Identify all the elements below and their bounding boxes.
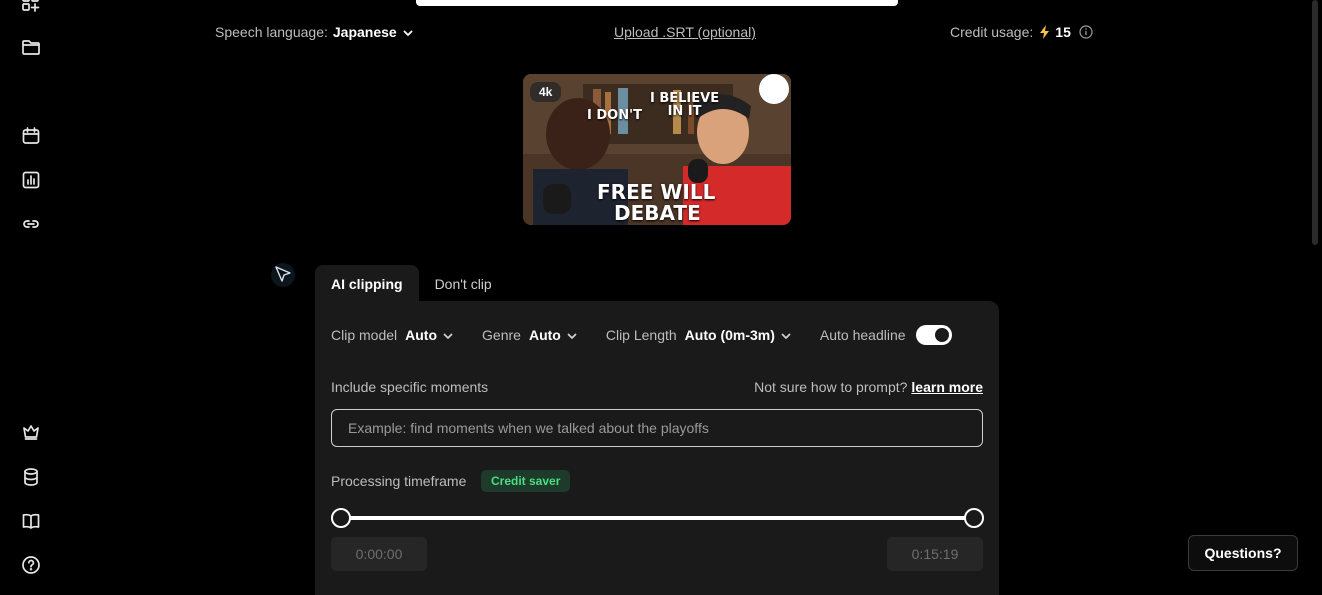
chevron-down-icon	[442, 329, 454, 341]
clip-mode-tabs: AI clipping Don't clip	[315, 265, 508, 302]
apps-add-icon[interactable]	[20, 0, 42, 14]
auto-headline-label: Auto headline	[819, 327, 906, 343]
processing-timeframe-label: Processing timeframe	[331, 473, 467, 489]
credit-usage: Credit usage: 15	[950, 22, 1093, 42]
chevron-down-icon	[566, 329, 578, 341]
help-icon[interactable]	[20, 554, 42, 576]
include-moments-label: Include specific moments	[331, 379, 489, 395]
clip-length-value: Auto (0m-3m)	[684, 327, 775, 343]
thumbnail-title-line1: FREE WILL	[597, 180, 716, 204]
speech-language-label: Speech language:	[215, 24, 328, 40]
prompt-help: Not sure how to prompt? learn more	[754, 379, 983, 395]
genre-select[interactable]: Genre Auto	[482, 327, 578, 343]
calendar-icon[interactable]	[20, 125, 42, 147]
chevron-down-icon	[402, 26, 414, 38]
video-thumbnail[interactable]: 4k I DON'T I BELIEVE IN IT FREE WILL DEB…	[523, 74, 791, 225]
thumbnail-caption-right-line2: IN IT	[667, 104, 702, 119]
tab-ai-clipping[interactable]: AI clipping	[315, 265, 419, 302]
clip-model-label: Clip model	[331, 327, 398, 343]
genre-label: Genre	[482, 327, 521, 343]
page-scrollbar[interactable]	[1312, 0, 1318, 245]
genre-value: Auto	[528, 327, 561, 343]
info-icon[interactable]	[1079, 25, 1093, 39]
credit-usage-label: Credit usage:	[950, 24, 1034, 40]
timeframe-start-input[interactable]: 0:00:00	[331, 537, 427, 571]
sidebar	[0, 0, 62, 595]
chevron-down-icon	[780, 329, 792, 341]
auto-headline-option: Auto headline	[820, 325, 952, 345]
quality-badge: 4k	[530, 82, 562, 102]
clip-model-value: Auto	[405, 327, 438, 343]
speech-language-select[interactable]: Speech language: Japanese	[215, 22, 414, 42]
channel-avatar-icon	[759, 74, 789, 104]
speech-language-value: Japanese	[332, 24, 397, 40]
upload-srt-link[interactable]: Upload .SRT (optional)	[614, 22, 756, 42]
clip-length-label: Clip Length	[605, 327, 677, 343]
clip-length-select[interactable]: Clip Length Auto (0m-3m)	[606, 327, 792, 343]
timeframe-start-handle[interactable]	[331, 508, 351, 528]
top-input-edge	[416, 0, 898, 6]
clip-options-row: Clip model Auto Genre Auto Clip Length A…	[331, 325, 952, 345]
timeframe-slider-track[interactable]	[340, 516, 973, 520]
book-icon[interactable]	[20, 510, 42, 532]
mouse-cursor-icon	[271, 263, 295, 287]
folder-icon[interactable]	[20, 36, 42, 58]
questions-button[interactable]: Questions?	[1188, 535, 1298, 571]
toggle-knob	[934, 328, 949, 342]
tab-dont-clip[interactable]: Don't clip	[419, 265, 508, 302]
thumbnail-title-line2: DEBATE	[614, 201, 701, 225]
include-moments-input[interactable]	[331, 409, 983, 447]
timeframe-end-input[interactable]: 0:15:19	[887, 537, 983, 571]
credit-usage-value: 15	[1055, 24, 1071, 40]
lightning-icon	[1040, 25, 1050, 39]
ai-clipping-panel: Clip model Auto Genre Auto Clip Length A…	[315, 301, 999, 595]
thumbnail-caption-right: I BELIEVE IN IT	[650, 92, 719, 118]
clip-model-select[interactable]: Clip model Auto	[331, 327, 454, 343]
auto-headline-toggle[interactable]	[915, 325, 952, 345]
database-icon[interactable]	[20, 466, 42, 488]
learn-more-link[interactable]: learn more	[911, 379, 983, 395]
thumbnail-caption-left: I DON'T	[587, 108, 642, 123]
timeframe-end-handle[interactable]	[964, 508, 984, 528]
analytics-icon[interactable]	[20, 169, 42, 191]
crown-icon[interactable]	[20, 421, 42, 443]
prompt-help-text: Not sure how to prompt?	[754, 379, 908, 395]
credit-saver-badge: Credit saver	[481, 470, 571, 492]
link-icon[interactable]	[20, 213, 42, 235]
